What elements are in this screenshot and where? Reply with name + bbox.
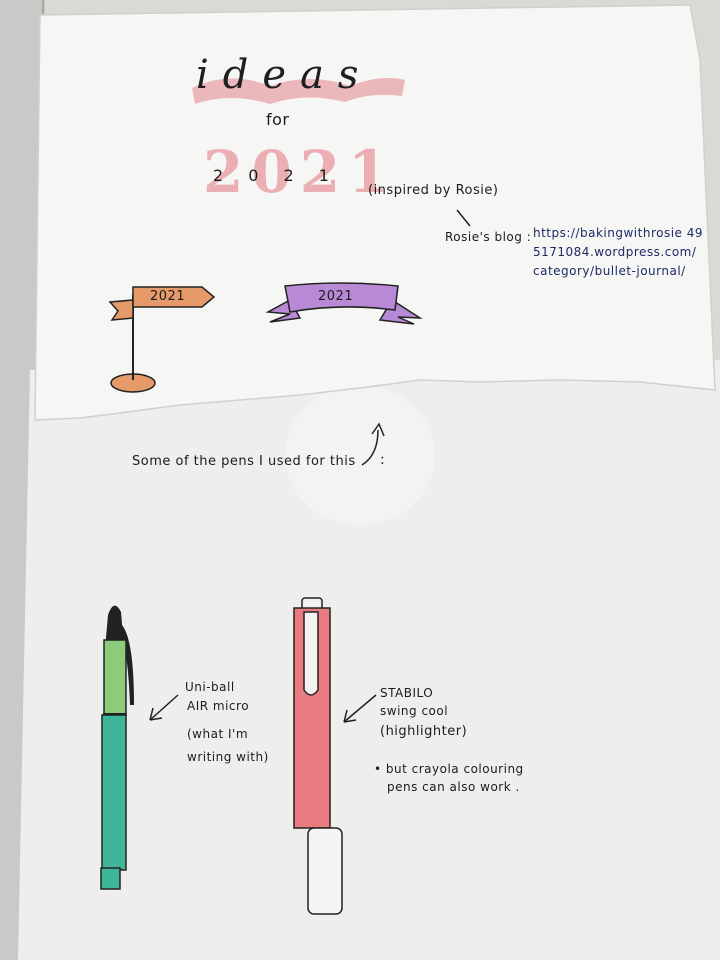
blog-url-line-1: https://bakingwithrosie 49 [533,226,704,240]
flag-banner-text: 2021 [150,289,186,304]
inspired-note: (inspired by Rosie) [368,183,499,198]
pen2-label-line-1: STABILO [380,686,434,700]
note-line-2: pens can also work . [387,780,520,794]
blog-url-line-3: category/bullet-journal/ [533,264,686,278]
pen2-cap [307,827,343,915]
pens-caption-colon: : [380,452,386,468]
pen1-end [100,867,121,890]
pen1-cap [103,639,127,716]
blog-label: Rosie's blog : [445,230,532,244]
pen2-clip [303,611,319,696]
pen2-label-line-3: (highlighter) [380,724,468,739]
ribbon-banner-text: 2021 [318,289,354,304]
year-spaced: 2 0 2 1 [213,166,339,185]
blog-url-line-2: 5171084.wordpress.com/ [533,245,697,259]
pen1-barrel [101,714,127,871]
pen1-label-line-1: Uni-ball [185,680,235,694]
note-line-1: • but crayola colouring [374,762,524,776]
pen1-label-line-2: AIR micro [187,699,250,713]
title-ideas: ideas [196,52,373,98]
pen1-label-line-4: writing with) [187,750,269,764]
pen2-label-line-2: swing cool [380,704,449,718]
title-for: for [266,110,290,129]
pen1-label-line-3: (what I'm [187,727,249,741]
pens-caption: Some of the pens I used for this [132,454,356,469]
top-sheet [34,4,716,421]
